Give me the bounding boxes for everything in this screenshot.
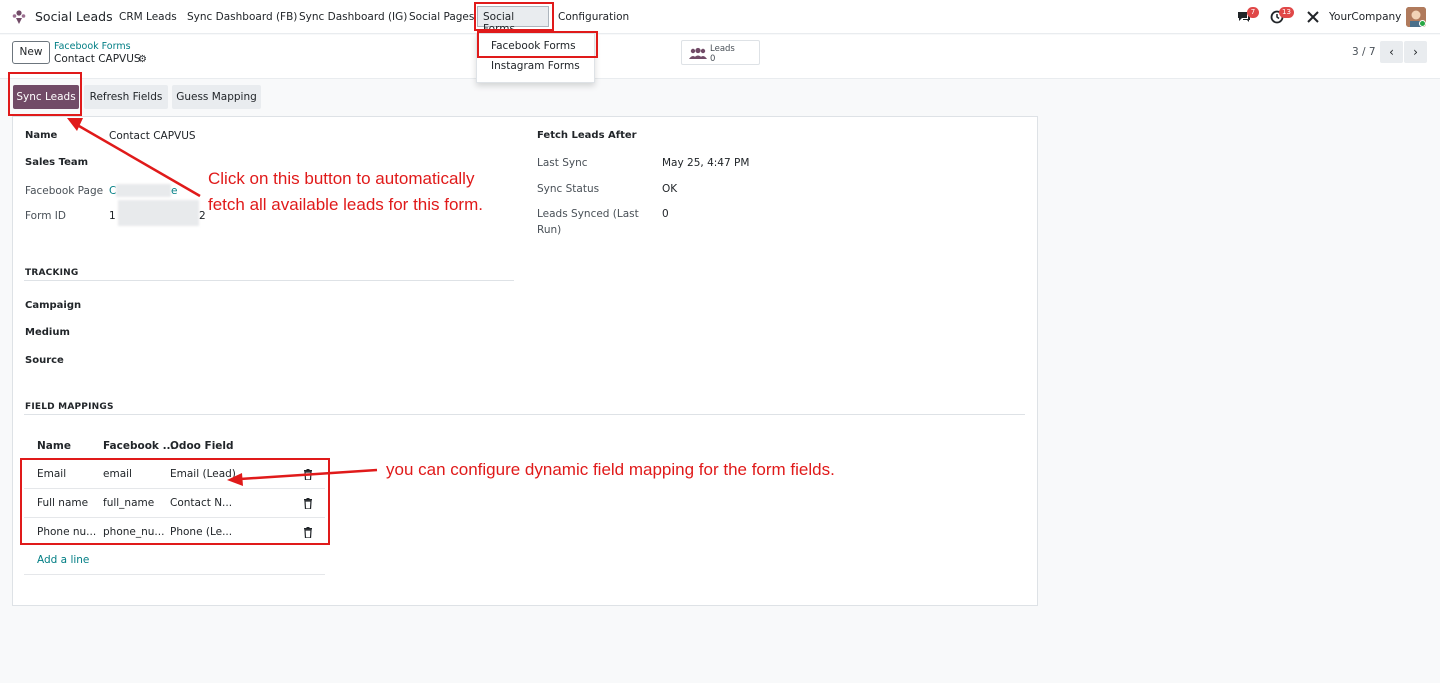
guess-mapping-button[interactable]: Guess Mapping xyxy=(172,85,261,109)
trash-icon[interactable] xyxy=(303,527,313,538)
annotation-sync-note-line2: fetch all available leads for this form. xyxy=(208,195,483,214)
user-avatar[interactable] xyxy=(1406,7,1426,27)
nav-sync-dashboard-fb[interactable]: Sync Dashboard (FB) xyxy=(187,11,297,23)
row2-name[interactable]: Full name xyxy=(37,497,88,509)
nav-social-pages[interactable]: Social Pages xyxy=(409,11,474,23)
table-row-divider xyxy=(24,517,325,518)
control-panel: New Facebook Forms Contact CAPVUS ⚙ Lead… xyxy=(0,35,1440,79)
users-icon xyxy=(689,47,707,59)
last-sync-label: Last Sync xyxy=(537,157,588,169)
row1-facebook-field[interactable]: email xyxy=(103,468,132,480)
company-switcher[interactable]: YourCompany xyxy=(1329,11,1401,23)
campaign-label: Campaign xyxy=(25,300,82,311)
leads-smart-button-count: 0 xyxy=(710,54,716,64)
column-header-name[interactable]: Name xyxy=(37,440,71,452)
row3-name[interactable]: Phone nu... xyxy=(37,526,96,538)
row1-name[interactable]: Email xyxy=(37,468,66,480)
breadcrumb-facebook-forms[interactable]: Facebook Forms xyxy=(54,41,131,52)
tracking-section-title: TRACKING xyxy=(25,268,79,278)
column-header-facebook-field[interactable]: Facebook ... xyxy=(103,440,175,452)
sync-status-value: OK xyxy=(662,183,678,195)
row2-facebook-field[interactable]: full_name xyxy=(103,497,154,509)
pager-value[interactable]: 3 / 7 xyxy=(1352,46,1376,58)
annotation-sync-note-line1: Click on this button to automatically xyxy=(208,169,475,188)
gear-icon[interactable]: ⚙ xyxy=(138,54,147,65)
trash-icon[interactable] xyxy=(303,498,313,509)
leads-synced-value: 0 xyxy=(662,208,669,220)
leads-synced-label-line2: Run) xyxy=(537,224,562,236)
field-mappings-section-title: FIELD MAPPINGS xyxy=(25,402,114,412)
name-label: Name xyxy=(25,130,58,141)
nav-social-forms-label: Social Forms xyxy=(483,11,515,35)
redacted-page-name xyxy=(116,184,171,197)
form-id-value-start: 1 xyxy=(109,210,116,222)
sync-leads-button[interactable]: Sync Leads xyxy=(13,85,79,109)
add-a-line-link[interactable]: Add a line xyxy=(37,554,89,566)
form-id-label: Form ID xyxy=(25,210,66,222)
app-title[interactable]: Social Leads xyxy=(35,9,113,24)
row2-odoo-field[interactable]: Contact N... xyxy=(170,497,232,509)
annotation-mapping-note: you can configure dynamic field mapping … xyxy=(386,460,835,479)
app-logo-icon[interactable] xyxy=(11,9,27,25)
menu-item-facebook-forms[interactable]: Facebook Forms xyxy=(491,40,576,52)
medium-label: Medium xyxy=(25,327,70,338)
row3-odoo-field[interactable]: Phone (Le... xyxy=(170,526,232,538)
name-field[interactable]: Contact CAPVUS xyxy=(109,130,196,142)
nav-configuration[interactable]: Configuration xyxy=(558,11,629,23)
redacted-form-id xyxy=(118,200,199,226)
tracking-separator xyxy=(24,280,514,281)
sales-team-label: Sales Team xyxy=(25,157,89,168)
pager-previous-button[interactable]: ‹ xyxy=(1380,41,1403,63)
leads-smart-button-label: Leads xyxy=(710,44,735,54)
fetch-leads-after-label: Fetch Leads After xyxy=(537,130,637,141)
chevron-left-icon: ‹ xyxy=(1389,45,1394,59)
trash-icon[interactable] xyxy=(303,469,313,480)
facebook-page-value-end[interactable]: e xyxy=(171,185,177,197)
nav-crm-leads[interactable]: CRM Leads xyxy=(119,11,177,23)
online-status-dot xyxy=(1419,20,1426,27)
top-navbar: Social Leads CRM Leads Sync Dashboard (F… xyxy=(0,0,1440,35)
nav-sync-dashboard-ig[interactable]: Sync Dashboard (IG) xyxy=(299,11,407,23)
pager-next-button[interactable]: › xyxy=(1404,41,1427,63)
table-row-divider xyxy=(24,488,325,489)
new-button[interactable]: New xyxy=(12,41,50,64)
table-header-line xyxy=(24,459,325,460)
social-forms-dropdown: Facebook Forms Instagram Forms xyxy=(476,33,595,83)
leads-smart-button[interactable]: Leads 0 xyxy=(681,40,760,65)
last-sync-value: May 25, 4:47 PM xyxy=(662,157,750,169)
facebook-page-label: Facebook Page xyxy=(25,185,104,197)
chevron-right-icon: › xyxy=(1413,45,1418,59)
tools-icon[interactable] xyxy=(1306,10,1320,24)
leads-synced-label-line1: Leads Synced (Last xyxy=(537,208,639,220)
refresh-fields-button[interactable]: Refresh Fields xyxy=(84,85,168,109)
field-mappings-separator xyxy=(24,414,1025,415)
row3-facebook-field[interactable]: phone_nu... xyxy=(103,526,164,538)
messages-badge: 7 xyxy=(1247,7,1259,18)
breadcrumb-current: Contact CAPVUS xyxy=(54,53,141,65)
column-header-odoo-field[interactable]: Odoo Field xyxy=(170,440,234,452)
row1-odoo-field[interactable]: Email (Lead) xyxy=(170,468,236,480)
menu-item-instagram-forms[interactable]: Instagram Forms xyxy=(491,60,580,72)
source-label: Source xyxy=(25,355,64,366)
sync-status-label: Sync Status xyxy=(537,183,600,195)
activities-badge: 13 xyxy=(1279,7,1294,18)
form-id-value-end: 2 xyxy=(199,210,206,222)
nav-social-forms[interactable]: Social Forms xyxy=(477,6,549,35)
table-footer-line xyxy=(24,574,325,575)
